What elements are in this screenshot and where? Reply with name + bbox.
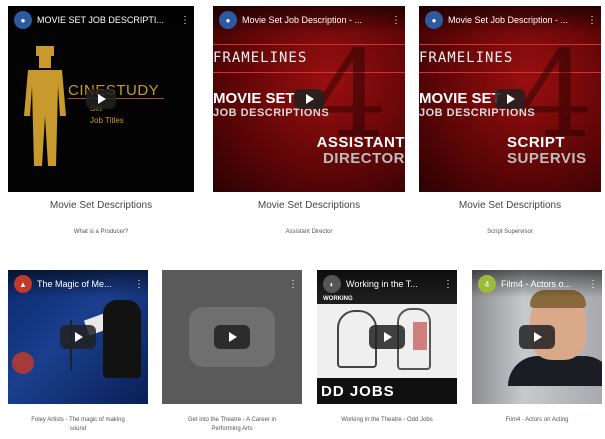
channel-avatar-icon[interactable]: ● xyxy=(425,11,443,29)
thumbnail-role2: DIRECTOR xyxy=(322,150,405,167)
play-button-icon[interactable] xyxy=(495,89,525,109)
video-header: ● Movie Set Job Description - ... ⋮ xyxy=(419,6,601,34)
video-title[interactable]: Movie Set Job Description - ... xyxy=(242,15,391,25)
more-options-icon[interactable]: ⋮ xyxy=(180,15,190,26)
thumbnail-brand: FRAMELINES xyxy=(213,50,308,66)
subcaption-line: sound xyxy=(69,426,87,432)
video-title[interactable]: Film4 - Actors o... xyxy=(501,279,588,289)
brand-underline xyxy=(68,98,164,99)
video-title[interactable]: Movie Set Job Description - ... xyxy=(448,15,587,25)
video-thumbnail[interactable]: ⋮ xyxy=(162,270,302,404)
thumbnail-overlay-text: DD JOBS xyxy=(321,383,395,400)
video-thumbnail[interactable]: ● MOVIE SET JOB DESCRIPTI... ⋮ CINESTUDY… xyxy=(8,6,194,192)
video-subcaption: Get into the Theatre - A Career in Perfo… xyxy=(162,416,302,434)
figure-silhouette xyxy=(24,46,66,166)
subcaption-line: Performing Arts xyxy=(211,426,253,432)
thumbnail-role1: SCRIPT xyxy=(507,134,566,151)
video-header: ● MOVIE SET JOB DESCRIPTI... ⋮ xyxy=(8,6,194,34)
video-header: ⋮ xyxy=(162,270,302,298)
more-options-icon[interactable]: ⋮ xyxy=(587,15,597,26)
video-thumbnail[interactable]: 4 Film4 - Actors o... ⋮ xyxy=(472,270,602,404)
thumbnail-brand: FRAMELINES xyxy=(419,50,514,66)
video-caption: Movie Set Descriptions xyxy=(257,200,361,211)
video-subcaption: Film4 - Actors on Acting xyxy=(472,416,602,425)
play-button-icon[interactable] xyxy=(86,89,116,109)
video-header: ◐ Working in the T... ⋮ xyxy=(317,270,457,298)
more-options-icon[interactable]: ⋮ xyxy=(588,279,598,290)
play-button-icon[interactable] xyxy=(519,325,555,349)
video-card: ⋮ Get into the Theatre - A Career in Per… xyxy=(162,270,302,436)
video-subcaption: Working in the Theatre - Odd Jobs xyxy=(317,416,457,425)
more-options-icon[interactable]: ⋮ xyxy=(443,279,453,290)
performer-figure xyxy=(103,300,141,378)
video-card: 4 Film4 - Actors o... ⋮ Film4 - Actors o… xyxy=(472,270,602,436)
video-thumbnail[interactable]: ▲ The Magic of Me... ⋮ xyxy=(8,270,148,404)
thumbnail-line1: MOVIE SET xyxy=(213,90,295,107)
video-caption: Movie Set Descriptions xyxy=(458,200,562,211)
video-card: ● Movie Set Job Description - ... ⋮ FRAM… xyxy=(213,6,405,236)
thumbnail-role1: ASSISTANT xyxy=(316,134,405,151)
video-thumbnail[interactable]: ● Movie Set Job Description - ... ⋮ FRAM… xyxy=(213,6,405,192)
actor-suit xyxy=(508,356,602,386)
play-button-icon[interactable] xyxy=(60,325,96,349)
video-card: ● MOVIE SET JOB DESCRIPTI... ⋮ CINESTUDY… xyxy=(8,6,194,236)
video-thumbnail[interactable]: ● Movie Set Job Description - ... ⋮ FRAM… xyxy=(419,6,601,192)
video-subcaption: Foley Artists - The magic of making soun… xyxy=(8,416,148,434)
subcaption-line: Foley Artists - The magic of making xyxy=(31,417,125,423)
thumbnail-line1: MOVIE SET xyxy=(419,90,501,107)
video-subcaption: Script Supervisor xyxy=(487,229,533,235)
channel-avatar-icon[interactable]: ◐ xyxy=(323,275,341,293)
video-card: ▲ The Magic of Me... ⋮ Foley Artists - T… xyxy=(8,270,148,436)
video-subcaption: Assistant Director xyxy=(285,229,333,235)
sketch-accent xyxy=(413,322,427,350)
video-header: ▲ The Magic of Me... ⋮ xyxy=(8,270,148,298)
video-subcaption: What is a Producer? xyxy=(73,229,129,235)
video-header: ● Movie Set Job Description - ... ⋮ xyxy=(213,6,405,34)
video-caption: Movie Set Descriptions xyxy=(49,200,153,211)
channel-watermark xyxy=(12,352,34,374)
subcaption-line: Film4 - Actors on Acting xyxy=(505,417,569,423)
thumbnail-line2: Job Titles xyxy=(90,116,124,125)
channel-avatar-icon[interactable]: ● xyxy=(14,11,32,29)
video-card: ◐ Working in the T... ⋮ WORKING DD JOBS … xyxy=(317,270,457,436)
video-card: ● Movie Set Job Description - ... ⋮ FRAM… xyxy=(419,6,601,236)
video-header: 4 Film4 - Actors o... ⋮ xyxy=(472,270,602,298)
video-thumbnail[interactable]: ◐ Working in the T... ⋮ WORKING DD JOBS xyxy=(317,270,457,404)
play-button-icon[interactable] xyxy=(369,325,405,349)
video-title[interactable]: Working in the T... xyxy=(346,279,443,289)
more-options-icon[interactable]: ⋮ xyxy=(391,15,401,26)
video-gallery: ● MOVIE SET JOB DESCRIPTI... ⋮ CINESTUDY… xyxy=(0,0,605,439)
channel-avatar-icon[interactable]: ▲ xyxy=(14,275,32,293)
subcaption-line: Get into the Theatre - A Career in xyxy=(187,417,277,423)
channel-avatar-icon[interactable]: 4 xyxy=(478,275,496,293)
subcaption-line: Working in the Theatre - Odd Jobs xyxy=(341,417,433,423)
more-options-icon[interactable]: ⋮ xyxy=(134,279,144,290)
video-title[interactable]: The Magic of Me... xyxy=(37,279,134,289)
play-button-icon[interactable] xyxy=(214,325,250,349)
more-options-icon[interactable]: ⋮ xyxy=(288,279,298,290)
thumbnail-role2: SUPERVIS xyxy=(507,150,587,167)
channel-avatar-icon[interactable]: ● xyxy=(219,11,237,29)
play-button-icon[interactable] xyxy=(294,89,324,109)
video-title[interactable]: MOVIE SET JOB DESCRIPTI... xyxy=(37,15,180,25)
